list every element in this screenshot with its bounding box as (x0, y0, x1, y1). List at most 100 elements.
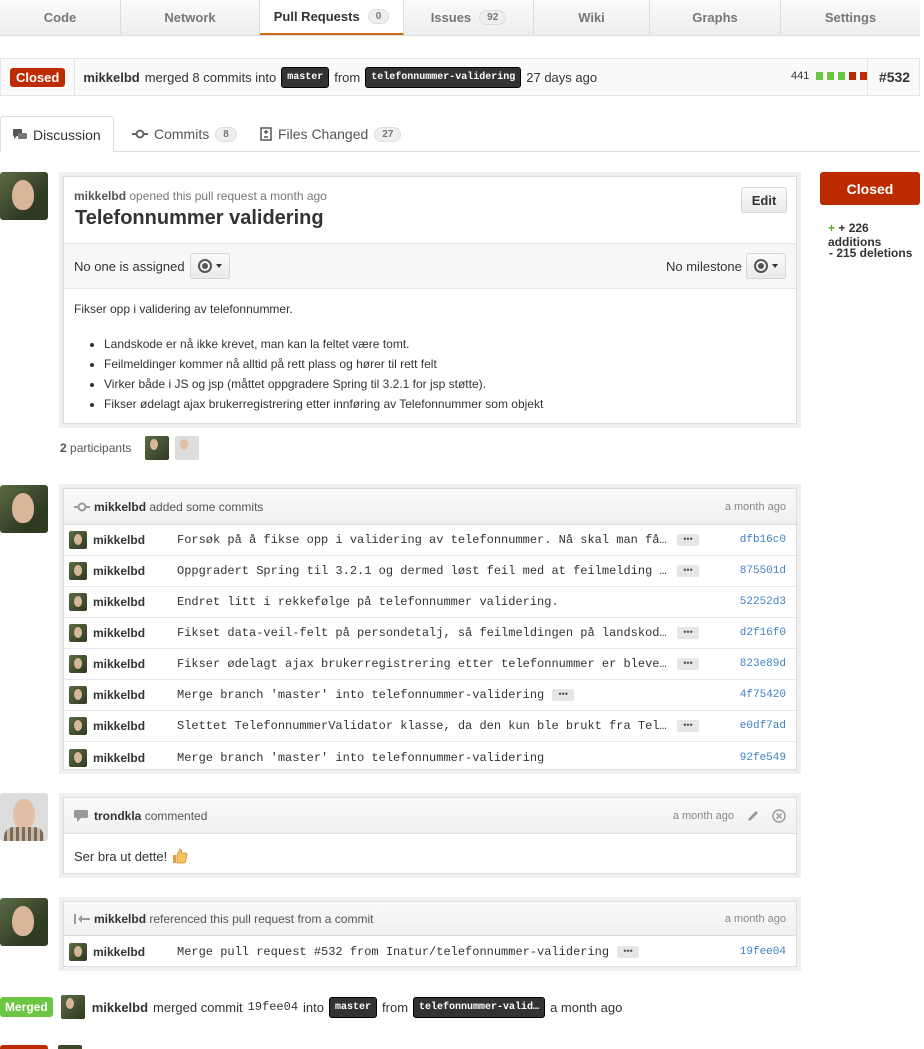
avatar[interactable] (69, 562, 87, 580)
post-author[interactable]: mikkelbd (74, 189, 126, 203)
commit-author[interactable]: mikkelbd (93, 626, 177, 640)
tab-discussion[interactable]: Discussion (0, 116, 114, 153)
base-branch[interactable]: master (281, 66, 330, 88)
merged-text: merged commit (153, 999, 243, 1015)
edit-button[interactable]: Edit (741, 187, 787, 213)
comment-author[interactable]: trondkla (94, 809, 141, 823)
tab-graphs[interactable]: Graphs (650, 0, 781, 35)
comment-header: trondkla commented a month ago (64, 798, 796, 834)
commit-message[interactable]: Forsøk på å fikse opp i validering av te… (177, 533, 669, 547)
pull-requests-count: 0 (367, 9, 390, 24)
commit-message[interactable]: Merge branch 'master' into telefonnummer… (177, 688, 544, 702)
pr-description-intro: Fikser opp i validering av telefonnummer… (74, 302, 293, 316)
merged-author[interactable]: mikkelbd (92, 1000, 148, 1015)
commit-author[interactable]: mikkelbd (93, 688, 177, 702)
comment-icon (74, 809, 88, 822)
avatar[interactable] (0, 898, 48, 946)
diffstat[interactable]: 441 (791, 70, 868, 82)
avatar[interactable] (69, 531, 87, 549)
tab-wiki[interactable]: Wiki (534, 0, 650, 35)
expand-ellipsis-button[interactable]: ••• (677, 658, 699, 670)
commit-message[interactable]: Oppgradert Spring til 3.2.1 og dermed lø… (177, 564, 669, 578)
commit-author[interactable]: mikkelbd (93, 595, 177, 609)
into-text: into (303, 999, 325, 1015)
commit-sha[interactable]: d2f16f0 (740, 627, 786, 639)
pencil-icon[interactable] (746, 809, 760, 823)
expand-ellipsis-button[interactable]: ••• (677, 720, 699, 732)
merged-sha[interactable]: 19fee04 (248, 1000, 298, 1014)
commit-sha[interactable]: 92fe549 (740, 752, 786, 764)
expand-ellipsis-button[interactable]: ••• (677, 565, 699, 577)
commits-event: mikkelbd added some commits a month ago … (63, 488, 797, 770)
avatar[interactable] (60, 995, 85, 1019)
commit-sha[interactable]: e0df7ad (740, 720, 786, 732)
table-row[interactable]: mikkelbd Slettet TelefonnummerValidator k… (64, 711, 796, 742)
commit-message[interactable]: Slettet TelefonnummerValidator klasse, d… (177, 719, 669, 733)
avatar[interactable] (69, 686, 87, 704)
avatar[interactable] (69, 942, 87, 961)
avatar[interactable] (0, 485, 48, 533)
tab-issues[interactable]: Issues 92 (404, 0, 534, 35)
expand-ellipsis-button[interactable]: ••• (552, 689, 575, 701)
tab-files-changed[interactable]: Files Changed 27 (248, 116, 413, 152)
commit-author[interactable]: mikkelbd (93, 564, 177, 578)
head-branch[interactable]: telefonnummer-validering (365, 66, 522, 88)
tab-commits[interactable]: Commits 8 (120, 116, 249, 152)
pr-time: 27 days ago (526, 69, 598, 85)
pr-author-link[interactable]: mikkelbd (83, 70, 139, 85)
tab-network[interactable]: Network (121, 0, 260, 35)
avatar[interactable] (69, 717, 87, 735)
table-row[interactable]: mikkelbd Merge branch 'master' into telef… (64, 680, 796, 711)
commit-sha[interactable]: 823e89d (740, 658, 786, 670)
commit-message[interactable]: Endret litt i rekkefølge på telefonnumme… (177, 595, 559, 609)
commit-sha[interactable]: 875501d (740, 565, 786, 577)
reference-author[interactable]: mikkelbd (94, 912, 146, 926)
avatar[interactable] (0, 793, 48, 841)
base-branch[interactable]: master (329, 996, 378, 1018)
milestone-gear-button[interactable] (746, 253, 786, 279)
avatar[interactable] (69, 593, 87, 611)
commit-sha[interactable]: 52252d3 (740, 596, 786, 608)
head-branch[interactable]: telefonnummer-valid… (413, 996, 546, 1018)
commit-sha[interactable]: dfb16c0 (740, 534, 786, 546)
avatar[interactable] (69, 655, 87, 673)
close-icon[interactable] (772, 808, 786, 823)
commit-message[interactable]: Fikser ødelagt ajax brukerregistrering e… (177, 657, 669, 671)
table-row[interactable]: mikkelbd Forsøk på å fikse opp i valideri… (64, 525, 796, 556)
avatar[interactable] (0, 172, 48, 220)
expand-ellipsis-button[interactable]: ••• (617, 945, 640, 958)
participant-avatar[interactable] (145, 436, 170, 460)
commit-author[interactable]: mikkelbd (93, 657, 177, 671)
avatar[interactable] (69, 748, 87, 767)
commit-author[interactable]: mikkelbd (93, 751, 177, 765)
table-row[interactable]: mikkelbd Endret litt i rekkefølge på tele… (64, 587, 796, 618)
commit-author[interactable]: mikkelbd (93, 533, 177, 547)
table-row[interactable]: mikkelbd Fikser ødelagt ajax brukerregist… (64, 649, 796, 680)
additions-text: + 226 additions (828, 221, 882, 249)
merged-time: a month ago (550, 999, 623, 1015)
commit-message[interactable]: Fikset data-veil-felt på persondetalj, s… (177, 626, 669, 640)
participant-avatar[interactable] (175, 436, 200, 460)
expand-ellipsis-button[interactable]: ••• (677, 534, 699, 546)
tab-pull-requests[interactable]: Pull Requests 0 (260, 0, 404, 35)
tab-code[interactable]: Code (0, 0, 121, 35)
table-row[interactable]: mikkelbd Oppgradert Spring til 3.2.1 og d… (64, 556, 796, 587)
expand-ellipsis-button[interactable]: ••• (677, 627, 699, 639)
assignee-gear-button[interactable] (190, 253, 230, 279)
commit-message[interactable]: Merge pull request #532 from Inatur/tele… (177, 945, 609, 959)
table-row[interactable]: mikkelbd Fikset data-veil-felt på persond… (64, 618, 796, 649)
commit-message[interactable]: Merge branch 'master' into telefonnummer… (177, 751, 544, 765)
pr-status-bar: Closed mikkelbd merged 8 commits into ma… (0, 58, 920, 96)
commit-sha[interactable]: 4f75420 (740, 689, 786, 701)
commit-author[interactable]: mikkelbd (93, 945, 177, 959)
tab-settings[interactable]: Settings (781, 0, 920, 35)
commits-event-author[interactable]: mikkelbd (94, 500, 146, 514)
table-row[interactable]: mikkelbd Merge pull request #532 from In… (64, 936, 796, 967)
table-row[interactable]: mikkelbd Merge branch 'master' into telef… (64, 742, 796, 773)
commit-author[interactable]: mikkelbd (93, 719, 177, 733)
avatar[interactable] (69, 624, 87, 642)
comment-time: a month ago (672, 809, 734, 822)
commit-sha[interactable]: 19fee04 (740, 946, 786, 958)
merged-event: Merged mikkelbd merged commit 19fee04 in… (0, 994, 900, 1020)
pr-number: #532 (867, 59, 921, 95)
